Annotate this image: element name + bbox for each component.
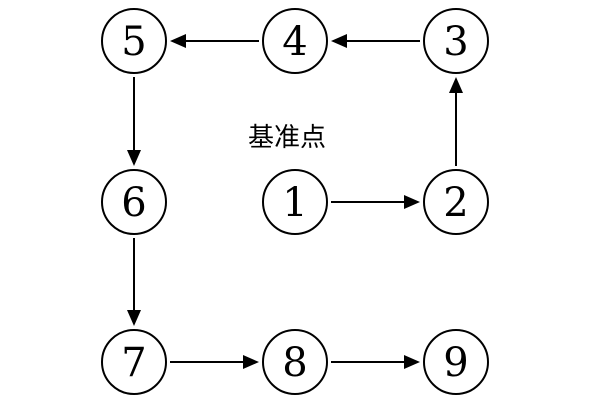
node-2: 2	[423, 169, 489, 235]
node-9: 9	[423, 329, 489, 395]
edge-3-to-4	[331, 34, 420, 48]
edge-1-to-2	[331, 195, 420, 209]
arrowhead-icon	[127, 310, 141, 326]
arrowhead-icon	[404, 355, 420, 369]
node-5: 5	[101, 8, 167, 74]
arrowhead-icon	[404, 195, 420, 209]
arrowhead-icon	[170, 34, 186, 48]
node-label: 6	[121, 180, 146, 226]
node-label: 5	[121, 19, 146, 65]
arrowhead-icon	[127, 150, 141, 166]
node-label: 1	[282, 180, 307, 226]
node-3: 3	[423, 8, 489, 74]
arrowhead-icon	[243, 355, 259, 369]
edge-4-to-5	[170, 34, 259, 48]
node-label: 3	[443, 19, 468, 65]
node-label: 4	[282, 19, 307, 65]
node-4: 4	[262, 8, 328, 74]
arrowhead-icon	[331, 34, 347, 48]
edge-2-to-3	[449, 77, 463, 166]
node-7: 7	[101, 329, 167, 395]
edge-6-to-7	[127, 238, 141, 326]
reference-point-label: 基准点	[248, 123, 326, 153]
node-label: 8	[282, 340, 307, 386]
node-8: 8	[262, 329, 328, 395]
node-label: 2	[443, 180, 468, 226]
node-label: 9	[443, 340, 468, 386]
edge-8-to-9	[331, 355, 420, 369]
node-label: 7	[121, 340, 146, 386]
edge-5-to-6	[127, 77, 141, 166]
arrowhead-icon	[449, 77, 463, 93]
nodes-layer: 1 2 3 4 5 6 7 8 9	[101, 8, 489, 395]
node-6: 6	[101, 169, 167, 235]
spiral-sequence-diagram: 1 2 3 4 5 6 7 8 9 基准点	[101, 8, 489, 395]
edge-7-to-8	[170, 355, 259, 369]
node-1: 1	[262, 169, 328, 235]
